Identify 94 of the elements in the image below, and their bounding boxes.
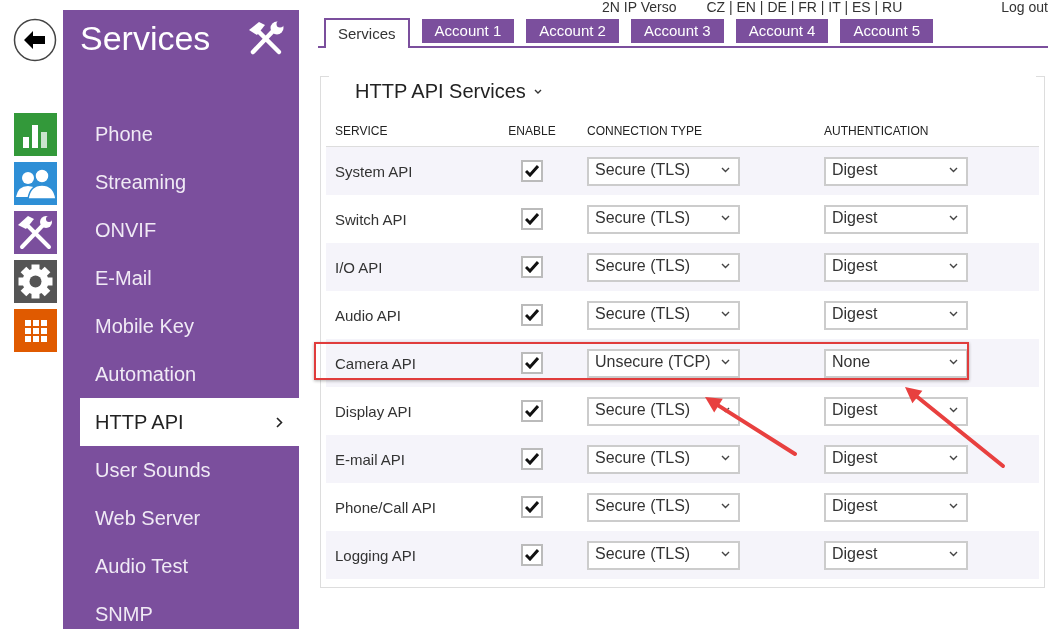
chevron-down-icon [721,215,730,221]
logout-link[interactable]: Log out [1001,0,1048,14]
service-name: Audio API [334,306,402,324]
checkmark-icon [525,405,539,417]
authentication-select[interactable]: Digest [824,540,968,570]
connection-type-select[interactable]: Secure (TLS) [587,204,740,234]
chevron-down-icon [721,311,730,317]
sidebar-item[interactable]: Web Server [63,494,299,542]
tab[interactable]: Account 1 [421,19,515,43]
hammer-wrench-icon[interactable] [14,211,57,254]
sidebar-item[interactable]: SNMP [63,590,299,629]
connection-type-select[interactable]: Secure (TLS) [587,396,740,426]
sidebar-item[interactable]: HTTP API [80,398,299,446]
enable-checkbox[interactable] [521,208,543,230]
enable-checkbox[interactable] [521,448,543,470]
sidebar-item[interactable]: Audio Test [63,542,299,590]
connection-type-select[interactable]: Secure (TLS) [587,492,740,522]
enable-checkbox[interactable] [521,352,543,374]
connection-type-select[interactable]: Secure (TLS) [587,300,740,330]
sidebar-item[interactable]: Mobile Key [63,302,299,350]
connection-type-select[interactable]: Secure (TLS) [587,540,740,570]
language-links[interactable]: CZ | EN | DE | FR | IT | ES | RU [706,0,903,14]
chevron-down-icon [721,551,730,557]
enable-checkbox[interactable] [521,304,543,326]
tab[interactable]: Account 2 [526,19,619,43]
device-name: 2N IP Verso [602,0,677,14]
service-name: I/O API [334,258,384,276]
chevron-down-icon[interactable] [533,88,542,94]
chevron-down-icon [721,167,730,173]
bar-chart-icon[interactable] [14,113,57,156]
connection-type-select[interactable]: Unsecure (TCP) [587,348,740,378]
chevron-down-icon [949,455,958,461]
tab[interactable]: Account 3 [630,19,724,43]
enable-checkbox[interactable] [521,544,543,566]
column-header: ENABLE [508,123,556,138]
chevron-down-icon [949,551,958,557]
sidebar-item[interactable]: Streaming [63,158,299,206]
service-name: E-mail API [334,450,407,468]
section-title[interactable]: HTTP API Services [355,79,526,103]
authentication-select[interactable]: Digest [824,156,968,186]
checkmark-icon [525,213,539,225]
checkmark-icon [525,357,539,369]
column-header: CONNECTION TYPE [587,123,704,138]
connection-type-select[interactable]: Secure (TLS) [587,252,740,282]
authentication-select[interactable]: Digest [824,300,968,330]
sidebar-item[interactable]: ONVIF [63,206,299,254]
chevron-down-icon [949,167,958,173]
sidebar-item[interactable]: User Sounds [63,446,299,494]
service-name: System API [334,162,414,180]
tab[interactable]: Account 4 [735,19,829,43]
checkmark-icon [525,453,539,465]
sidebar-title: Services [80,18,211,58]
checkmark-icon [525,309,539,321]
authentication-select[interactable]: None [824,348,968,378]
gear-icon[interactable] [14,260,57,303]
connection-type-select[interactable]: Secure (TLS) [587,444,740,474]
chevron-down-icon [949,359,958,365]
chevron-down-icon [949,311,958,317]
chevron-down-icon [949,263,958,269]
chevron-down-icon [721,263,730,269]
service-name: Phone/Call API [334,498,437,516]
users-icon[interactable] [14,162,57,205]
authentication-select[interactable]: Digest [824,444,968,474]
sidebar-item[interactable]: E-Mail [63,254,299,302]
grid-icon[interactable] [14,309,57,352]
tab[interactable]: Services [324,18,410,48]
enable-checkbox[interactable] [521,160,543,182]
column-header: AUTHENTICATION [824,123,930,138]
checkmark-icon [525,261,539,273]
chevron-down-icon [721,503,730,509]
chevron-down-icon [949,215,958,221]
service-name: Logging API [334,546,417,564]
authentication-select[interactable]: Digest [824,492,968,522]
authentication-select[interactable]: Digest [824,252,968,282]
chevron-down-icon [721,455,730,461]
enable-checkbox[interactable] [521,256,543,278]
sidebar-item[interactable]: Automation [63,350,299,398]
checkmark-icon [525,165,539,177]
chevron-right-icon [276,416,283,428]
service-name: Display API [334,402,413,420]
enable-checkbox[interactable] [521,400,543,422]
authentication-select[interactable]: Digest [824,396,968,426]
sidebar-item[interactable]: Phone [63,110,299,158]
checkmark-icon [525,501,539,513]
checkmark-icon [525,549,539,561]
chevron-down-icon [949,407,958,413]
authentication-select[interactable]: Digest [824,204,968,234]
chevron-down-icon [721,359,730,365]
chevron-down-icon [949,503,958,509]
tab[interactable]: Account 5 [840,19,934,43]
connection-type-select[interactable]: Secure (TLS) [587,156,740,186]
service-name: Switch API [334,210,408,228]
enable-checkbox[interactable] [521,496,543,518]
service-name: Camera API [334,354,417,372]
